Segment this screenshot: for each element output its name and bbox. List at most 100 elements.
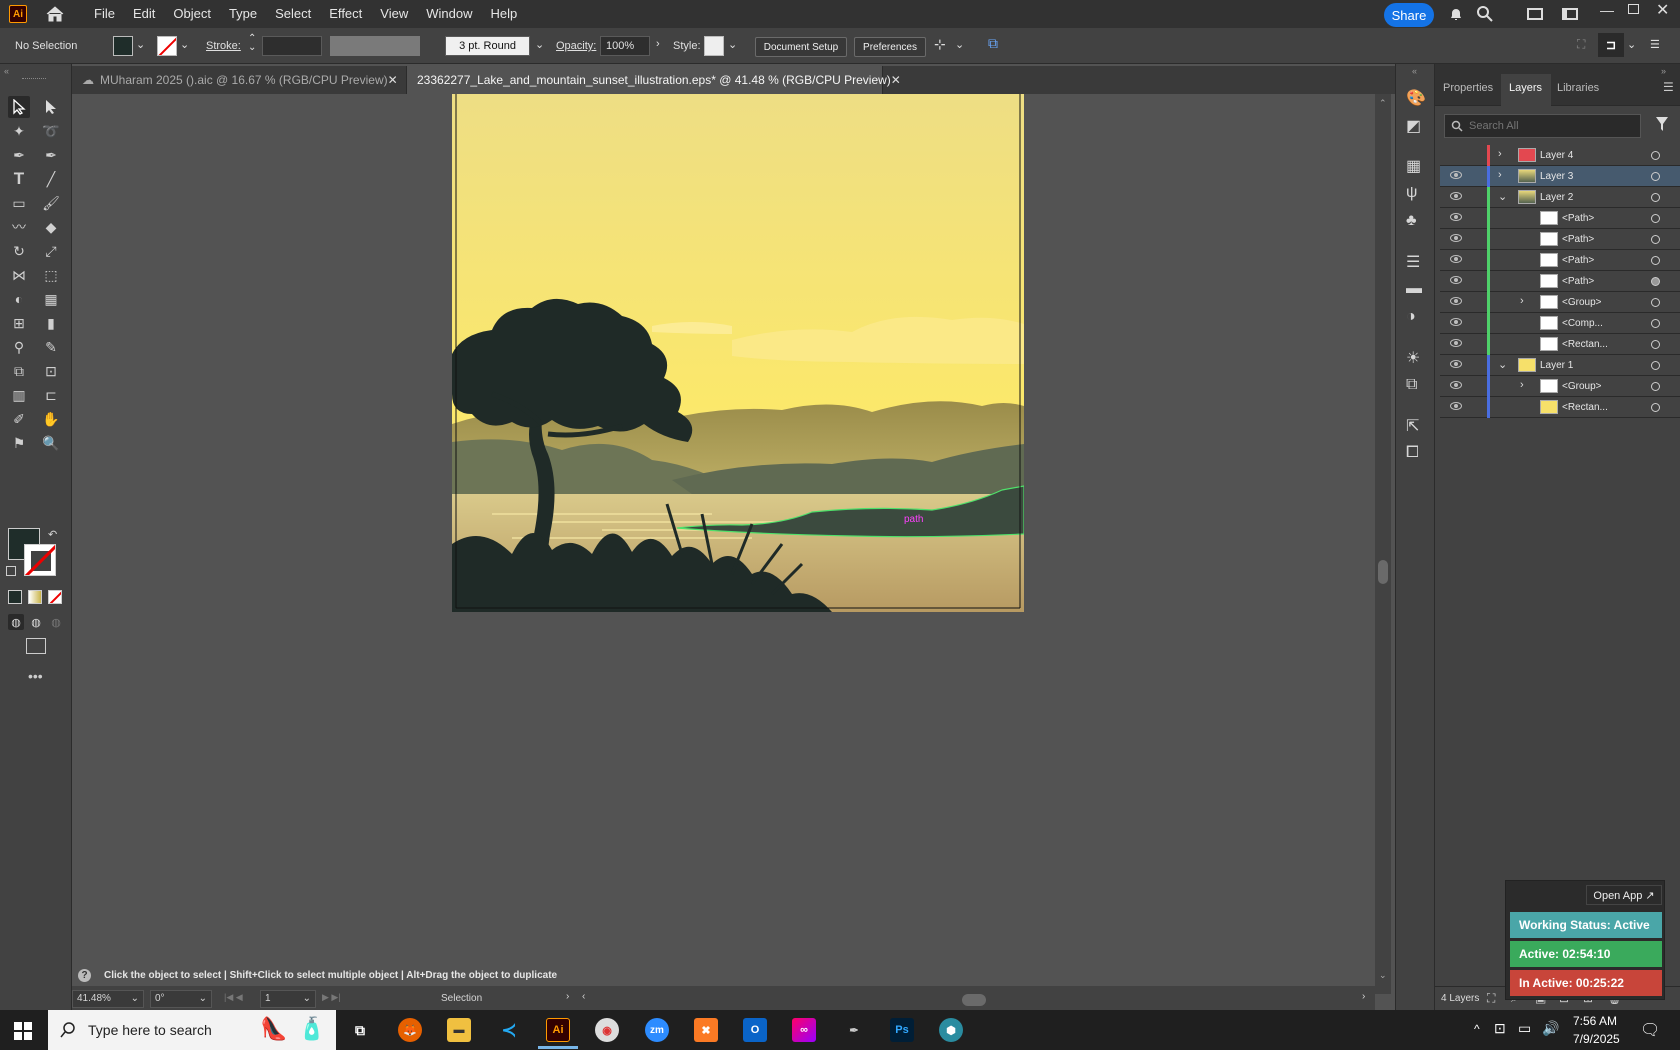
- artboard-navigation-field[interactable]: 1 ⌄: [260, 990, 316, 1008]
- shape-builder-tool-icon[interactable]: ◐: [8, 288, 30, 310]
- home-icon[interactable]: [45, 4, 65, 24]
- collapse-panel-icon[interactable]: »: [1661, 66, 1666, 76]
- draw-normal-icon[interactable]: ◍: [8, 614, 24, 630]
- eyedropper-tool-icon[interactable]: ⚲: [8, 336, 30, 358]
- target-circle-icon[interactable]: [1651, 151, 1660, 160]
- photoshop-icon[interactable]: Ps: [890, 1018, 914, 1042]
- chevron-down-icon[interactable]: ⌄: [180, 38, 189, 51]
- pen-tool-icon[interactable]: ✒: [8, 144, 30, 166]
- chevron-down-icon[interactable]: ⌄: [303, 993, 311, 1004]
- layer-name[interactable]: <Comp...: [1562, 318, 1603, 329]
- scroll-right-icon[interactable]: ›: [1362, 991, 1365, 1002]
- chevron-right-icon[interactable]: ›: [1498, 169, 1502, 181]
- windows-start-icon[interactable]: [14, 1022, 32, 1043]
- menu-effect[interactable]: Effect: [320, 0, 371, 28]
- layer-name[interactable]: <Path>: [1562, 276, 1594, 287]
- chevron-right-icon[interactable]: ›: [1520, 379, 1524, 391]
- perspective-grid-tool-icon[interactable]: ▦: [40, 288, 62, 310]
- blend-tool-icon[interactable]: ⧉: [8, 360, 30, 382]
- layer-name[interactable]: <Path>: [1562, 213, 1594, 224]
- graphic-style-swatch[interactable]: [704, 36, 724, 56]
- visibility-eye-icon[interactable]: [1450, 297, 1462, 305]
- visibility-eye-icon[interactable]: [1450, 213, 1462, 221]
- align-icon[interactable]: ⊹: [934, 36, 946, 53]
- gradient-mode-icon[interactable]: [28, 590, 42, 604]
- illustrator-app-icon[interactable]: Ai: [9, 5, 27, 23]
- chevron-down-icon[interactable]: ⌄: [131, 993, 139, 1004]
- fill-swatch[interactable]: [113, 36, 133, 56]
- visibility-eye-icon[interactable]: [1450, 276, 1462, 284]
- layer-name[interactable]: Layer 1: [1540, 360, 1573, 371]
- hand-tool-icon[interactable]: ✋: [40, 408, 62, 430]
- bell-icon[interactable]: [1448, 6, 1464, 25]
- visibility-eye-icon[interactable]: [1450, 318, 1462, 326]
- chevron-down-icon[interactable]: ⌄: [1627, 38, 1636, 51]
- layer-row[interactable]: ⌄ Layer 1: [1440, 355, 1680, 376]
- notifications-icon[interactable]: 🗨: [1640, 1020, 1660, 1040]
- graph-tool-icon[interactable]: ▥: [8, 384, 30, 406]
- layer-name[interactable]: <Group>: [1562, 381, 1601, 392]
- menu-view[interactable]: View: [371, 0, 417, 28]
- scroll-down-icon[interactable]: ⌄: [1379, 970, 1387, 981]
- target-circle-icon[interactable]: [1651, 361, 1660, 370]
- target-circle-icon[interactable]: [1651, 214, 1660, 223]
- search-field[interactable]: [1444, 114, 1641, 138]
- layer-row[interactable]: <Path>: [1440, 250, 1680, 271]
- creative-cloud-icon[interactable]: ∞: [792, 1018, 816, 1042]
- chevron-right-icon[interactable]: ›: [566, 991, 569, 1002]
- open-app-button[interactable]: Open App ↗: [1586, 885, 1662, 905]
- target-circle-icon[interactable]: [1651, 403, 1660, 412]
- last-artboard-icon[interactable]: ▶ ▶|: [322, 992, 341, 1003]
- rectangle-tool-icon[interactable]: ▭: [8, 192, 30, 214]
- visibility-eye-icon[interactable]: [1450, 360, 1462, 368]
- layer-name[interactable]: <Group>: [1562, 297, 1601, 308]
- transparency-icon[interactable]: ◑: [1406, 308, 1416, 326]
- chevron-down-icon[interactable]: ⌄: [535, 38, 544, 51]
- measure-tool-icon[interactable]: ✎: [40, 336, 62, 358]
- firefox-icon[interactable]: 🦊: [398, 1018, 422, 1042]
- grip-handle[interactable]: [22, 78, 46, 80]
- gradient-panel-icon[interactable]: ▬: [1406, 280, 1422, 298]
- layer-name[interactable]: <Path>: [1562, 234, 1594, 245]
- xampp-icon[interactable]: ✖: [694, 1018, 718, 1042]
- horizontal-scroll-thumb[interactable]: [962, 994, 986, 1006]
- visibility-eye-icon[interactable]: [1450, 171, 1462, 179]
- panel-menu-icon[interactable]: ☰: [1650, 38, 1660, 51]
- gradient-tool-icon[interactable]: ▮: [40, 312, 62, 334]
- target-circle-icon[interactable]: [1651, 298, 1660, 307]
- pen-app-icon[interactable]: ✒: [842, 1018, 866, 1042]
- target-circle-icon[interactable]: [1651, 319, 1660, 328]
- visibility-eye-icon[interactable]: [1450, 255, 1462, 263]
- vertical-scrollbar[interactable]: ⌃ ⌄: [1375, 94, 1391, 994]
- panel-menu-icon[interactable]: ☰: [1663, 80, 1674, 94]
- draw-behind-icon[interactable]: ◍: [28, 614, 44, 630]
- color-mode-icon[interactable]: [8, 590, 22, 604]
- chevron-right-icon[interactable]: ›: [1520, 295, 1524, 307]
- chevron-down-icon[interactable]: ⌄: [136, 38, 145, 51]
- menu-object[interactable]: Object: [164, 0, 220, 28]
- tab-layers[interactable]: Layers: [1509, 82, 1542, 94]
- clock-date[interactable]: 7/9/2025: [1573, 1032, 1620, 1046]
- restore-icon[interactable]: [1628, 4, 1639, 14]
- vertical-scroll-thumb[interactable]: [1378, 560, 1388, 584]
- tab-properties[interactable]: Properties: [1443, 82, 1493, 94]
- print-tiling-tool-icon[interactable]: ⚑: [8, 432, 30, 454]
- opacity-field[interactable]: 100%: [600, 36, 650, 56]
- document-setup-button[interactable]: Document Setup: [755, 37, 847, 57]
- stroke-swatch[interactable]: [157, 36, 177, 56]
- zoom-tool-icon[interactable]: 🔍: [40, 432, 62, 454]
- chevron-down-icon[interactable]: ⌄: [1498, 190, 1507, 203]
- menu-file[interactable]: File: [85, 0, 124, 28]
- draw-inside-icon[interactable]: ◍: [48, 614, 64, 630]
- file-explorer-icon[interactable]: ▬: [447, 1018, 471, 1042]
- target-circle-icon[interactable]: [1651, 256, 1660, 265]
- appearance-icon[interactable]: ☀: [1406, 348, 1420, 368]
- swap-colors-icon[interactable]: ↶: [48, 528, 57, 541]
- chevron-down-icon[interactable]: ⌄: [1498, 358, 1507, 371]
- layer-name[interactable]: <Rectan...: [1562, 402, 1608, 413]
- artboard[interactable]: path: [452, 94, 1024, 612]
- collapse-icon[interactable]: «: [1412, 66, 1417, 76]
- edit-toolbar-icon[interactable]: •••: [28, 668, 43, 684]
- outlook-icon[interactable]: O: [743, 1018, 767, 1042]
- opacity-label[interactable]: Opacity:: [556, 40, 596, 52]
